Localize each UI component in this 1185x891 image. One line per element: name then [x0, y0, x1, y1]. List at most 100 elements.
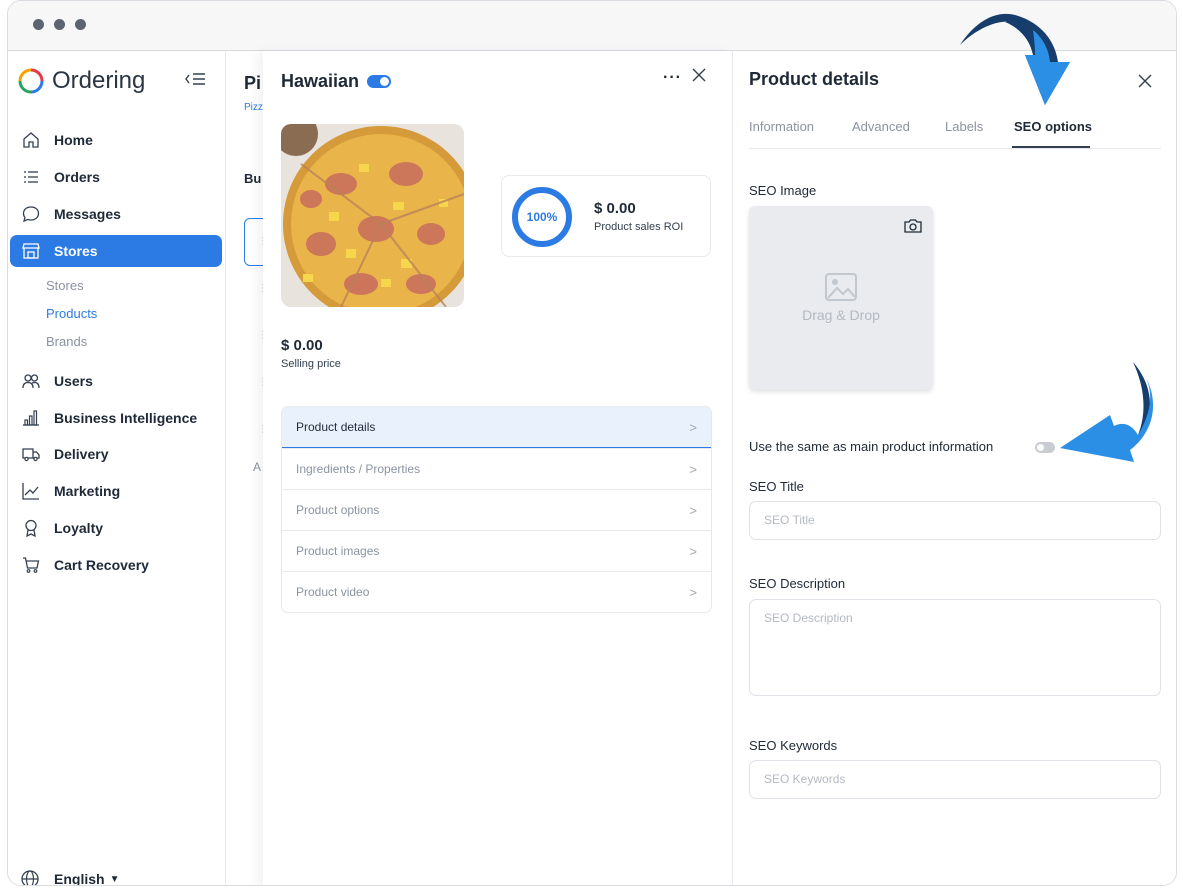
same-info-toggle[interactable] — [1035, 442, 1055, 453]
product-panel: Hawaiian ··· 100% $ 0.00 Product sales R… — [263, 51, 733, 885]
sidebar-item-label: Users — [54, 373, 93, 389]
camera-icon[interactable] — [903, 218, 923, 239]
product-image[interactable] — [281, 124, 464, 307]
sidebar-item-label: Cart Recovery — [54, 557, 149, 573]
roi-label: Product sales ROI — [594, 221, 684, 233]
sidebar: Ordering Home Orders Messages Stores Sto… — [8, 51, 226, 886]
drag-drop-text: Drag & Drop — [802, 307, 880, 323]
tab-labels[interactable]: Labels — [945, 119, 983, 134]
menu-item-product-options[interactable]: Product options > — [282, 489, 711, 530]
close-icon — [692, 68, 706, 82]
seo-title-input[interactable]: SEO Title — [749, 501, 1161, 540]
ordering-logo-icon — [18, 68, 44, 94]
details-tabs: Information Advanced Labels SEO options — [749, 117, 1161, 149]
menu-item-label: Product options — [296, 503, 380, 517]
logo-text: Ordering — [52, 67, 146, 94]
language-selector[interactable]: English ▼ — [20, 869, 119, 886]
add-product-link[interactable]: A — [253, 460, 261, 474]
cart-icon — [21, 555, 41, 575]
window-minimize-dot[interactable] — [54, 19, 65, 30]
sidebar-item-messages[interactable]: Messages — [10, 198, 222, 230]
products-list-panel: Pi Pizz Bu ⋮⋮ ⋮⋮ ⋮⋮ ⋮⋮ ⋮⋮ A — [226, 51, 284, 885]
sidebar-subitem-products[interactable]: Products — [46, 306, 97, 321]
roi-value: $ 0.00 — [594, 200, 636, 217]
annotation-arrow-toggle — [1060, 362, 1154, 462]
bar-chart-icon — [21, 408, 41, 428]
roi-progress-ring: 100% — [512, 187, 572, 247]
chevron-right-icon: > — [689, 419, 697, 435]
sidebar-item-users[interactable]: Users — [10, 365, 222, 397]
window-close-dot[interactable] — [33, 19, 44, 30]
sidebar-item-label: Orders — [54, 169, 100, 185]
details-title: Product details — [749, 69, 880, 89]
active-tab-indicator — [1012, 146, 1090, 148]
sidebar-subitem-brands[interactable]: Brands — [46, 334, 87, 349]
sidebar-item-label: Home — [54, 132, 93, 148]
close-product-button[interactable] — [691, 67, 707, 88]
sidebar-item-home[interactable]: Home — [10, 124, 222, 156]
sidebar-subitem-stores[interactable]: Stores — [46, 278, 84, 293]
sidebar-item-label: Business Intelligence — [54, 410, 198, 426]
selling-price-label: Selling price — [281, 358, 341, 370]
annotation-arrow-tabs — [960, 13, 1070, 105]
menu-item-label: Product details — [296, 420, 376, 434]
breadcrumb[interactable]: Pizz — [244, 102, 263, 113]
product-title: Hawaiian — [281, 71, 392, 92]
product-name: Hawaiian — [281, 71, 360, 91]
chevron-right-icon: > — [689, 584, 697, 600]
close-icon — [1138, 74, 1152, 88]
tab-advanced[interactable]: Advanced — [852, 119, 910, 134]
collapse-icon — [185, 73, 205, 85]
home-icon — [21, 130, 41, 150]
sidebar-item-label: Delivery — [54, 446, 109, 462]
sidebar-item-label: Marketing — [54, 483, 121, 499]
menu-item-ingredients[interactable]: Ingredients / Properties > — [282, 448, 711, 489]
award-icon — [21, 518, 41, 538]
seo-keywords-label: SEO Keywords — [749, 738, 838, 753]
roi-card: 100% $ 0.00 Product sales ROI — [501, 175, 711, 257]
menu-item-product-video[interactable]: Product video > — [282, 571, 711, 612]
chevron-right-icon: > — [689, 461, 697, 477]
menu-item-label: Product images — [296, 544, 380, 558]
seo-description-textarea[interactable]: SEO Description — [749, 599, 1161, 696]
globe-icon — [21, 870, 39, 885]
chevron-right-icon: > — [689, 543, 697, 559]
sidebar-item-loyalty[interactable]: Loyalty — [10, 512, 222, 544]
pizza-photo — [281, 124, 464, 307]
truck-icon — [21, 444, 41, 464]
sidebar-item-marketing[interactable]: Marketing — [10, 475, 222, 507]
menu-item-label: Product video — [296, 585, 370, 599]
selling-price: $ 0.00 — [281, 337, 323, 354]
sidebar-item-label: Stores — [54, 243, 98, 259]
sidebar-item-cart-recovery[interactable]: Cart Recovery — [10, 549, 222, 581]
language-label: English — [54, 871, 105, 886]
close-details-button[interactable] — [1137, 73, 1153, 94]
business-label: Bu — [244, 171, 262, 186]
menu-item-product-details[interactable]: Product details > — [282, 407, 711, 448]
seo-keywords-input[interactable]: SEO Keywords — [749, 760, 1161, 799]
product-menu: Product details > Ingredients / Properti… — [281, 406, 712, 613]
menu-item-product-images[interactable]: Product images > — [282, 530, 711, 571]
sidebar-item-business-intelligence[interactable]: Business Intelligence — [10, 402, 222, 434]
app-window: Ordering Home Orders Messages Stores Sto… — [7, 0, 1177, 886]
sidebar-item-stores[interactable]: Stores — [10, 235, 222, 267]
chat-icon — [21, 204, 41, 224]
seo-image-label: SEO Image — [749, 183, 817, 198]
sidebar-item-label: Loyalty — [54, 520, 104, 536]
users-icon — [21, 371, 41, 391]
sidebar-item-delivery[interactable]: Delivery — [10, 438, 222, 470]
collapse-sidebar-button[interactable] — [184, 71, 206, 92]
logo[interactable]: Ordering — [18, 67, 145, 95]
menu-item-label: Ingredients / Properties — [296, 462, 421, 476]
product-enabled-toggle[interactable] — [367, 75, 392, 88]
same-info-label: Use the same as main product information — [749, 439, 994, 454]
line-chart-icon — [21, 481, 41, 501]
tab-information[interactable]: Information — [749, 119, 814, 134]
tab-seo-options[interactable]: SEO options — [1014, 119, 1092, 134]
sidebar-item-orders[interactable]: Orders — [10, 161, 222, 193]
store-icon — [21, 241, 41, 261]
more-options-button[interactable]: ··· — [663, 69, 682, 87]
seo-image-dropzone[interactable]: Drag & Drop — [749, 206, 933, 390]
list-icon — [21, 167, 41, 187]
window-maximize-dot[interactable] — [75, 19, 86, 30]
